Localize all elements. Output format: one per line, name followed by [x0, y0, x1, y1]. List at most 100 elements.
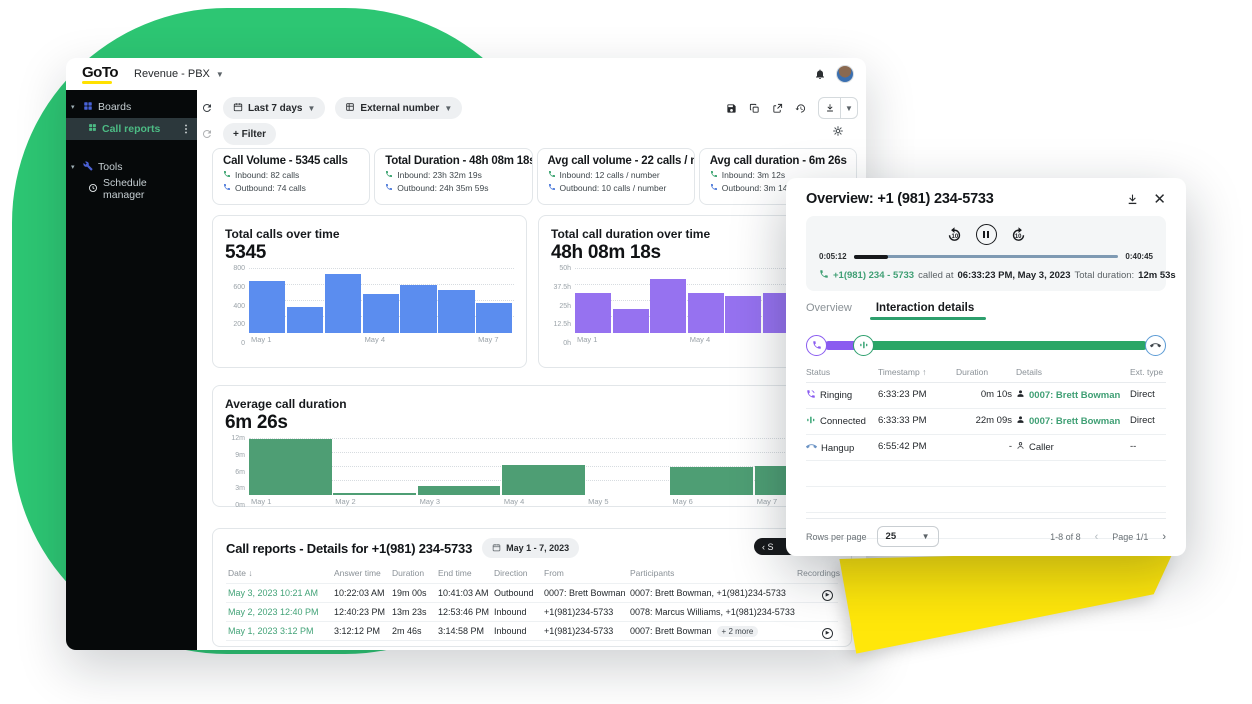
caller-number[interactable]: +1(981) 234 - 5733: [833, 270, 914, 281]
column-header-ext-type[interactable]: Ext. type: [1130, 367, 1163, 377]
column-header-direction[interactable]: Direction: [494, 568, 542, 578]
date-range-filter[interactable]: Last 7 days▼: [223, 97, 325, 119]
export-icon[interactable]: [772, 103, 783, 114]
column-header-status[interactable]: Status: [806, 367, 830, 377]
prev-page-icon[interactable]: ‹: [1095, 531, 1099, 543]
cell-from: +1(981)234-5733: [544, 626, 613, 636]
bell-icon[interactable]: [814, 68, 826, 80]
play-recording-icon[interactable]: ▶: [822, 628, 833, 639]
chevron-down-icon: ▼: [216, 70, 224, 79]
kebab-menu-icon[interactable]: ⋮: [181, 124, 191, 135]
bar-may-2[interactable]: [287, 307, 323, 333]
gear-icon[interactable]: [832, 125, 844, 137]
details-value[interactable]: 0007: Brett Bowman: [1029, 416, 1120, 427]
cell-participants: 0007: Brett Bowman: [630, 626, 712, 636]
interaction-row: Connected6:33:33 PM22m 09s0007: Brett Bo…: [806, 409, 1166, 435]
bar-may-4[interactable]: [688, 293, 724, 333]
copy-icon[interactable]: [749, 103, 760, 114]
play-recording-icon[interactable]: ▶: [822, 590, 833, 601]
sidebar-item-call-reports[interactable]: Call reports ⋮: [66, 118, 197, 140]
bar-may-4[interactable]: [363, 294, 399, 333]
refresh-icon[interactable]: [201, 128, 213, 140]
bar-may-3[interactable]: [418, 486, 501, 495]
pause-icon[interactable]: [976, 224, 997, 245]
next-page-icon[interactable]: ›: [1162, 531, 1166, 543]
tab-overview[interactable]: Overview: [806, 302, 852, 320]
inbound-stat: Inbound: 23h 32m 19s: [397, 170, 482, 180]
plot-area: [249, 269, 514, 333]
column-header-duration[interactable]: Duration: [392, 568, 436, 578]
overview-panel: Overview: +1 (981) 234-5733 ✕ 10 10 0:05…: [786, 178, 1186, 556]
cell-date[interactable]: May 2, 2023 12:40 PM: [228, 607, 319, 617]
row-range: 1-8 of 8: [1050, 532, 1081, 542]
y-tick-label: 50h: [559, 265, 571, 272]
table-date-range[interactable]: May 1 - 7, 2023: [482, 538, 579, 558]
cell-details: Caller: [1016, 441, 1130, 453]
phone-outbound-icon: [710, 183, 718, 193]
column-header-recordings[interactable]: Recordings: [746, 568, 840, 578]
download-icon[interactable]: [819, 98, 840, 118]
column-header-date[interactable]: Date ↓: [228, 568, 332, 578]
chart-card-total-calls: Total calls over time 5345 0200400600800…: [212, 215, 527, 368]
column-header-timestamp[interactable]: Timestamp ↑: [878, 367, 926, 377]
goto-logo: GoTo: [82, 65, 118, 84]
sidebar-item-schedule-manager[interactable]: Schedule manager: [66, 178, 197, 200]
avatar[interactable]: [836, 65, 854, 83]
interactions-body: Ringing6:33:23 PM0m 10s0007: Brett Bowma…: [806, 383, 1166, 539]
bar-may-7[interactable]: [476, 303, 512, 333]
bar-may-3[interactable]: [325, 274, 361, 333]
bar-may-2[interactable]: [613, 309, 649, 333]
rows-per-page-select[interactable]: 25▼: [877, 526, 939, 547]
table-row: May 2, 2023 12:40 PM12:40:23 PM13m 23s12…: [226, 602, 838, 621]
progress-bar[interactable]: [854, 255, 1119, 258]
tab-interaction-details[interactable]: Interaction details: [876, 302, 974, 320]
phone-ringing-icon: [806, 389, 816, 402]
column-header-from[interactable]: From: [544, 568, 628, 578]
chart-card-avg-duration: Average call duration 6m 26s 0m3m6m9m12m…: [212, 385, 852, 507]
bar-may-6[interactable]: [438, 290, 474, 333]
cell-date[interactable]: May 1, 2023 3:12 PM: [228, 626, 314, 636]
bar-may-4[interactable]: [502, 465, 585, 495]
column-header-details[interactable]: Details: [1016, 367, 1042, 377]
bar-may-5[interactable]: [400, 285, 436, 333]
dimension-filter[interactable]: External number▼: [335, 97, 462, 119]
cell-status: Ringing: [806, 389, 876, 402]
bar-may-1[interactable]: [249, 439, 332, 495]
close-icon[interactable]: ✕: [1153, 192, 1166, 207]
sidebar-item-boards[interactable]: ▾ Boards: [66, 96, 197, 118]
column-header-answer-time[interactable]: Answer time: [334, 568, 388, 578]
chevron-down-icon[interactable]: ▼: [840, 98, 857, 118]
save-icon[interactable]: [726, 103, 737, 114]
sidebar-item-tools[interactable]: ▾ Tools: [66, 156, 197, 178]
workspace-selector[interactable]: Revenue - PBX▼: [134, 68, 224, 80]
more-participants-badge[interactable]: + 2 more: [717, 626, 759, 637]
refresh-icon[interactable]: [201, 102, 213, 114]
sidebar: ▾ Boards Call reports ⋮ ▾ Tools: [66, 90, 197, 650]
cell-direction: Inbound: [494, 607, 527, 617]
chevron-down-icon: ▼: [922, 532, 930, 541]
cell-date[interactable]: May 1, 2023 6:33 PM: [228, 645, 314, 647]
boards-grid-icon: [83, 101, 93, 114]
download-split-button[interactable]: ▼: [818, 97, 858, 119]
download-icon[interactable]: [1126, 193, 1139, 206]
details-value[interactable]: 0007: Brett Bowman: [1029, 390, 1120, 401]
cell-date[interactable]: May 3, 2023 10:21 AM: [228, 588, 318, 598]
rewind-10-icon[interactable]: 10: [946, 226, 963, 243]
gridline: [249, 452, 839, 453]
bar-may-1[interactable]: [575, 293, 611, 333]
column-header-end-time[interactable]: End time: [438, 568, 492, 578]
column-header-duration[interactable]: Duration: [956, 367, 988, 377]
play-recording-icon[interactable]: ▶: [822, 647, 833, 648]
forward-10-icon[interactable]: 10: [1010, 226, 1027, 243]
phone-ringing-icon: [806, 335, 827, 356]
page: GoTo Revenue - PBX▼ ▾ Boards Call report…: [0, 0, 1252, 704]
bar-may-1[interactable]: [249, 281, 285, 333]
bar-may-6[interactable]: [670, 467, 753, 495]
add-filter-button[interactable]: + Filter: [223, 123, 276, 145]
outbound-stat: Outbound: 74 calls: [235, 183, 306, 193]
bar-may-3[interactable]: [650, 279, 686, 333]
bar-may-5[interactable]: [725, 296, 761, 333]
cell-duration: 12m 53s: [392, 645, 427, 647]
person-filled-icon: [1016, 389, 1025, 401]
history-icon[interactable]: [795, 103, 806, 114]
